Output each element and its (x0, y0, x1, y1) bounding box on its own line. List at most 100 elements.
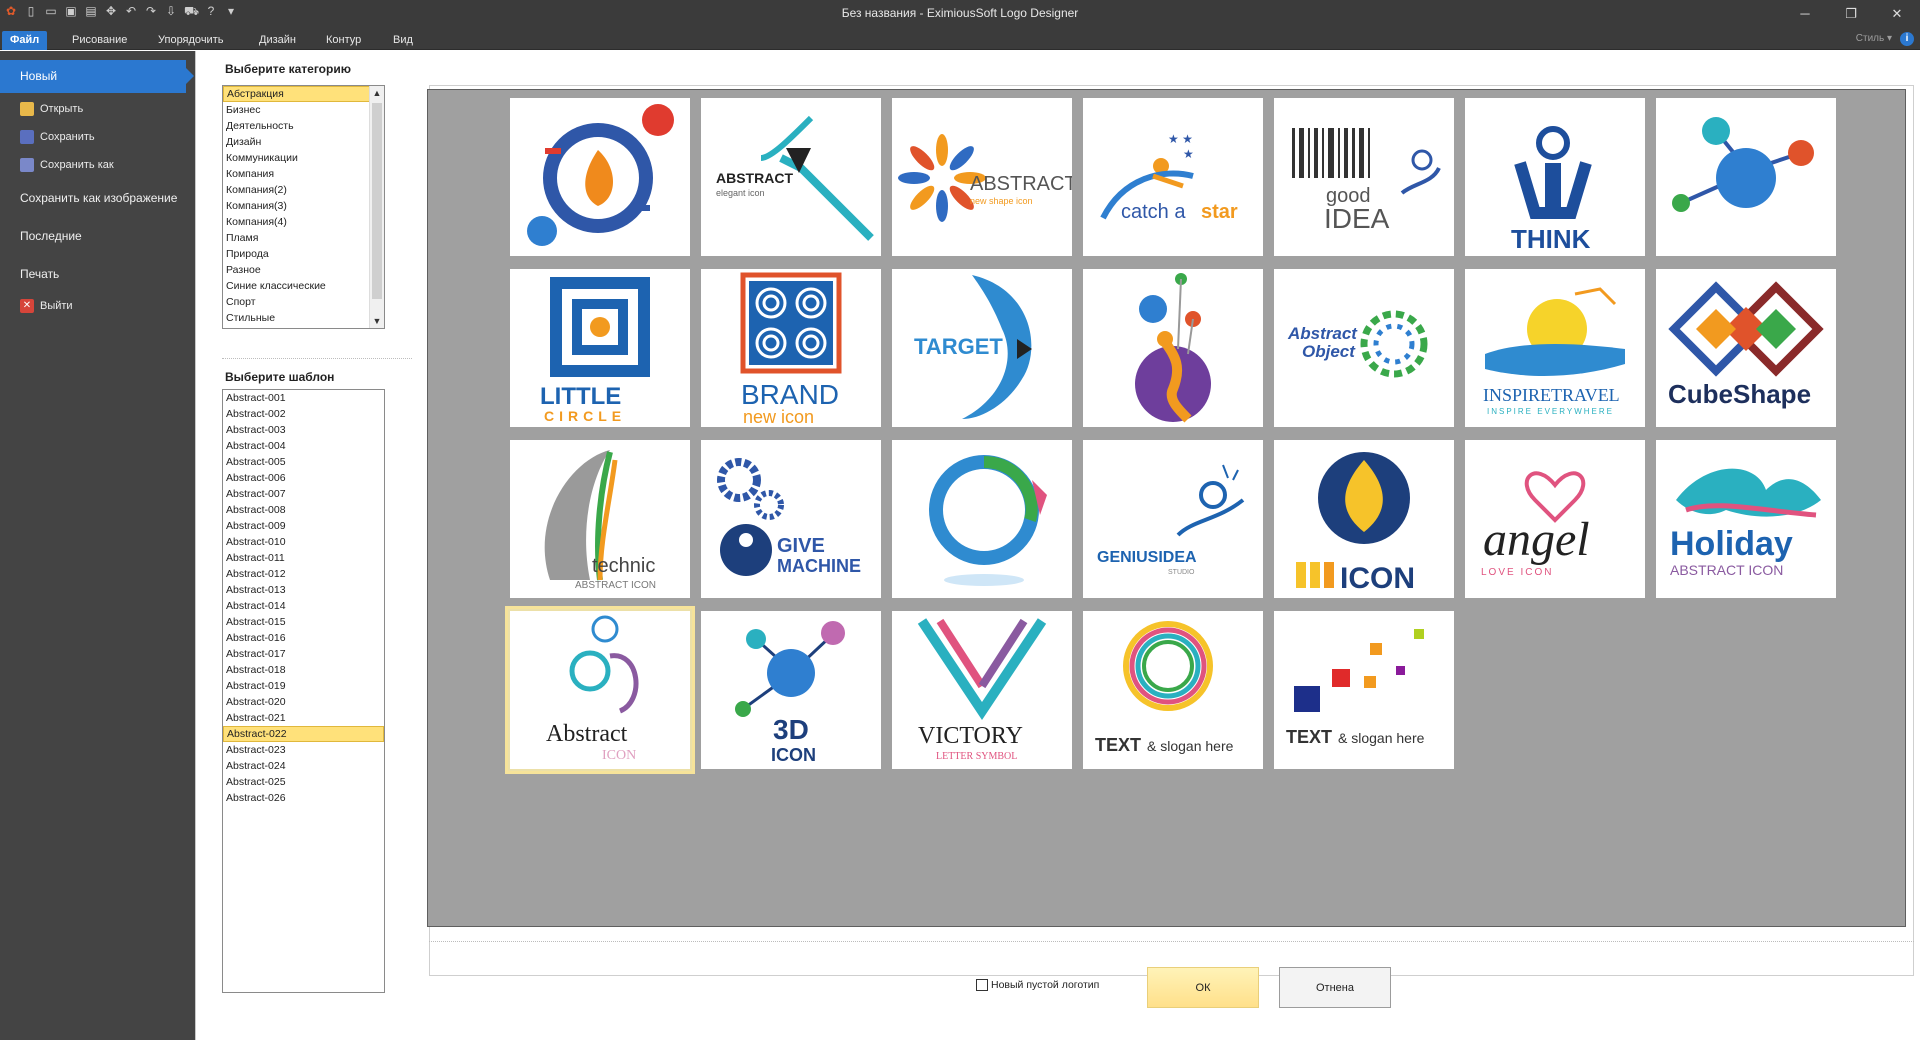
new-logo-dialog: Выберите категорию Абстракция Бизнес Деяте… (195, 51, 1920, 1040)
minimize-button[interactable]: ─ (1782, 0, 1828, 28)
template-list-item[interactable]: Abstract-012 (223, 566, 384, 582)
category-list-item[interactable]: Компания(2) (223, 182, 384, 198)
cancel-button[interactable]: Отнена (1279, 967, 1391, 1008)
scroll-up-icon[interactable]: ▲ (370, 86, 384, 100)
category-list-item[interactable]: Спорт (223, 294, 384, 310)
restore-button[interactable]: ❐ (1828, 0, 1874, 28)
tab-arrange[interactable]: Упорядочить (150, 31, 231, 50)
backstage-open[interactable]: Открыть (20, 102, 83, 116)
category-list-item[interactable]: Деятельность (223, 118, 384, 134)
template-list-item[interactable]: Abstract-014 (223, 598, 384, 614)
logo-tile-abstract-011[interactable] (1083, 269, 1263, 427)
category-list-item[interactable]: Абстракция (223, 86, 384, 102)
backstage-save[interactable]: Сохранить (20, 130, 95, 144)
category-list-item[interactable]: Компания(3) (223, 198, 384, 214)
logo-tile-abstract-013[interactable]: INSPIRETRAVEL INSPIRE EVERYWHERE (1465, 269, 1645, 427)
title-bar: ✿ ▯ ▭ ▣ ▤ ✥ ↶ ↷ ⇩ ⛟ ? ▾ Без названия - E… (0, 0, 1920, 28)
template-list-item[interactable]: Abstract-010 (223, 534, 384, 550)
logo-tile-abstract-021[interactable]: Holiday ABSTRACT ICON (1656, 440, 1836, 598)
template-list-item[interactable]: Abstract-024 (223, 758, 384, 774)
logo-tile-abstract-019[interactable]: ICON (1274, 440, 1454, 598)
tab-view[interactable]: Вид (385, 31, 421, 50)
logo-tile-abstract-009[interactable]: BRAND new icon (701, 269, 881, 427)
logo-subtext: & slogan here (1338, 730, 1425, 746)
template-list-item[interactable]: Abstract-020 (223, 694, 384, 710)
template-list-item[interactable]: Abstract-006 (223, 470, 384, 486)
logo-tile-abstract-026[interactable]: TEXT & slogan here (1274, 611, 1454, 769)
category-list-item[interactable]: Пламя (223, 230, 384, 246)
logo-tile-abstract-022[interactable]: Abstract ICON (505, 606, 695, 774)
template-list-item[interactable]: Abstract-001 (223, 390, 384, 406)
category-list[interactable]: Абстракция Бизнес Деятельность Дизайн Коммун… (222, 85, 385, 329)
category-list-item[interactable]: Компания(4) (223, 214, 384, 230)
logo-tile-abstract-008[interactable]: LITTLE CIRCLE (510, 269, 690, 427)
backstage-new[interactable]: Новый (0, 60, 194, 93)
backstage-recent[interactable]: Последние (20, 229, 82, 243)
logo-tile-abstract-015[interactable]: technic ABSTRACT ICON (510, 440, 690, 598)
logo-tile-abstract-020[interactable]: angel LOVE ICON (1465, 440, 1645, 598)
logo-tile-abstract-024[interactable]: VICTORY LETTER SYMBOL (892, 611, 1072, 769)
backstage-print[interactable]: Печать (20, 267, 59, 281)
template-list-item[interactable]: Abstract-002 (223, 406, 384, 422)
template-list-item[interactable]: Abstract-023 (223, 742, 384, 758)
logo-tile-abstract-025[interactable]: TEXT & slogan here (1083, 611, 1263, 769)
template-list-item[interactable]: Abstract-009 (223, 518, 384, 534)
tab-file[interactable]: Файл (2, 31, 48, 50)
logo-tile-abstract-018[interactable]: GENIUSIDEA STUDIO (1083, 440, 1263, 598)
template-list-item[interactable]: Abstract-018 (223, 662, 384, 678)
backstage-save-as[interactable]: Сохранить как (20, 158, 114, 172)
template-list-item[interactable]: Abstract-017 (223, 646, 384, 662)
logo-tile-abstract-010[interactable]: TARGET (892, 269, 1072, 427)
template-list-item[interactable]: Abstract-007 (223, 486, 384, 502)
logo-tile-abstract-017[interactable] (892, 440, 1072, 598)
template-list[interactable]: Abstract-001 Abstract-002 Abstract-003 Abst… (222, 389, 385, 993)
logo-tile-abstract-016[interactable]: GIVE MACHINE (701, 440, 881, 598)
template-list-item[interactable]: Abstract-005 (223, 454, 384, 470)
logo-tile-abstract-003[interactable]: ABSTRACT new shape icon (892, 98, 1072, 256)
template-list-item[interactable]: Abstract-011 (223, 550, 384, 566)
scroll-thumb[interactable] (372, 103, 382, 299)
logo-tile-abstract-002[interactable]: ABSTRACT elegant icon (701, 98, 881, 256)
category-list-item[interactable]: Коммуникации (223, 150, 384, 166)
category-list-item[interactable]: Дизайн (223, 134, 384, 150)
template-list-item[interactable]: Abstract-025 (223, 774, 384, 790)
ok-button[interactable]: ОК (1147, 967, 1259, 1008)
logo-tile-abstract-006[interactable]: THINK (1465, 98, 1645, 256)
backstage-save-as-image[interactable]: Сохранить как изображение (20, 191, 177, 205)
logo-tile-abstract-005[interactable]: good IDEA (1274, 98, 1454, 256)
template-list-item[interactable]: Abstract-008 (223, 502, 384, 518)
tab-draw[interactable]: Рисование (64, 31, 135, 50)
style-dropdown[interactable]: Стиль ▾ (1856, 33, 1892, 44)
tab-outline[interactable]: Контур (318, 31, 369, 50)
template-list-item[interactable]: Abstract-003 (223, 422, 384, 438)
template-list-item[interactable]: Abstract-021 (223, 710, 384, 726)
tab-design[interactable]: Дизайн (251, 31, 304, 50)
template-list-item[interactable]: Abstract-013 (223, 582, 384, 598)
logo-tile-abstract-001[interactable] (510, 98, 690, 256)
scroll-down-icon[interactable]: ▼ (370, 314, 384, 328)
logo-tile-abstract-023[interactable]: 3D ICON (701, 611, 881, 769)
checkbox-box[interactable] (976, 979, 988, 991)
backstage-save-label: Сохранить (40, 131, 95, 143)
template-list-item[interactable]: Abstract-004 (223, 438, 384, 454)
category-list-item[interactable]: Синие классические (223, 278, 384, 294)
category-list-item[interactable]: Бизнес (223, 102, 384, 118)
template-list-item[interactable]: Abstract-015 (223, 614, 384, 630)
category-scrollbar[interactable]: ▲ ▼ (369, 86, 384, 328)
template-list-item[interactable]: Abstract-016 (223, 630, 384, 646)
template-list-item[interactable]: Abstract-022 (223, 726, 384, 742)
backstage-exit[interactable]: ✕ Выйти (20, 299, 73, 313)
logo-tile-abstract-007[interactable] (1656, 98, 1836, 256)
template-list-item[interactable]: Abstract-019 (223, 678, 384, 694)
logo-tile-abstract-004[interactable]: ★ ★ ★ catch a star (1083, 98, 1263, 256)
logo-tile-abstract-012[interactable]: Abstract Object (1274, 269, 1454, 427)
template-list-item[interactable]: Abstract-026 (223, 790, 384, 806)
logo-tile-abstract-014[interactable]: CubeShape (1656, 269, 1836, 427)
empty-logo-checkbox[interactable]: Новый пустой логотип (976, 979, 1099, 991)
category-list-item[interactable]: Компания (223, 166, 384, 182)
category-list-item[interactable]: Разное (223, 262, 384, 278)
close-button[interactable]: ✕ (1874, 0, 1920, 28)
info-icon[interactable]: i (1900, 32, 1914, 46)
category-list-item[interactable]: Природа (223, 246, 384, 262)
category-list-item[interactable]: Стильные (223, 310, 384, 326)
